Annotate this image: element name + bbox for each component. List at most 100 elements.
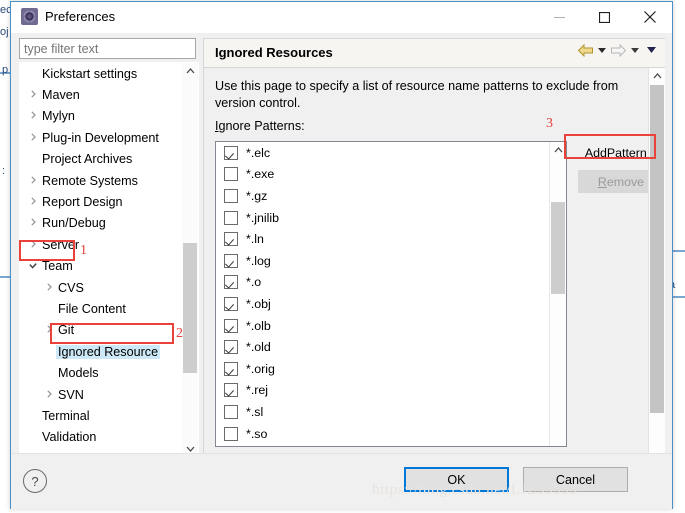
pattern-checkbox[interactable] [224, 318, 238, 333]
chevron-right-icon[interactable] [26, 240, 40, 250]
tree-item-mylyn[interactable]: Mylyn [20, 106, 172, 127]
ok-button[interactable]: OK [404, 467, 509, 492]
pattern-row[interactable]: *.ln [216, 228, 550, 250]
pattern-row[interactable]: *.obj [216, 293, 550, 315]
tree-scroll-thumb[interactable] [183, 243, 197, 373]
tree-item-cvs[interactable]: CVS [20, 277, 172, 298]
pattern-checkbox[interactable] [224, 361, 238, 376]
ignore-patterns-list[interactable]: *.elc *.exe *.gz *.jnilib *.ln *.log *.o *.obj *… [215, 141, 567, 447]
chevron-right-icon[interactable] [42, 389, 56, 400]
chevron-up-icon[interactable] [182, 63, 198, 79]
close-icon[interactable] [627, 2, 672, 32]
pattern-rows[interactable]: *.elc *.exe *.gz *.jnilib *.ln *.log *.o *.obj *… [216, 142, 550, 446]
pattern-checkbox[interactable] [224, 210, 238, 225]
help-question-icon[interactable]: ? [23, 469, 47, 493]
pattern-row[interactable]: *.o [216, 272, 550, 294]
pattern-checkbox[interactable] [224, 253, 238, 268]
pattern-row[interactable]: *.so [216, 423, 550, 445]
tree-item-plug-in-development[interactable]: Plug-in Development [20, 127, 172, 148]
dialog-footer: ? OK Cancel [11, 453, 672, 509]
pattern-label: *.old [246, 340, 271, 355]
tree-item-run-debug[interactable]: Run/Debug [20, 213, 172, 234]
content-pane: Ignored Resources Use this page to speci… [203, 38, 665, 478]
pattern-checkbox[interactable] [224, 167, 238, 182]
pattern-checkbox[interactable] [224, 426, 238, 441]
chevron-down-icon[interactable] [644, 46, 659, 55]
tree-item-models[interactable]: Models [20, 362, 172, 383]
pattern-row[interactable]: *.sl [216, 401, 550, 423]
pattern-checkbox[interactable] [224, 145, 238, 160]
page-title: Ignored Resources [215, 45, 333, 60]
pattern-checkbox[interactable] [224, 275, 238, 290]
pattern-row[interactable]: *.rej [216, 380, 550, 402]
maximize-icon[interactable] [582, 2, 627, 32]
pattern-row[interactable]: *.exe [216, 164, 550, 186]
preferences-tree-panel: Kickstart settings Maven Mylyn Plug-in Deve… [19, 62, 199, 479]
pattern-checkbox[interactable] [224, 340, 238, 355]
content-scroll-thumb[interactable] [650, 85, 664, 413]
chevron-down-icon[interactable] [628, 46, 642, 55]
tree-vertical-scrollbar[interactable] [182, 63, 198, 457]
chevron-down-icon[interactable] [595, 46, 609, 55]
preferences-gear-icon [21, 8, 38, 25]
tree-item-svn[interactable]: SVN [20, 384, 172, 405]
content-vertical-scrollbar[interactable] [648, 68, 665, 478]
ignore-patterns-label: Ignore Patterns: [215, 119, 305, 133]
tree-item-team[interactable]: Team [20, 256, 172, 277]
pattern-label: *.elc [246, 145, 271, 160]
minimize-icon[interactable] [537, 2, 582, 32]
pattern-row[interactable]: *.jnilib [216, 207, 550, 229]
tree-item-project-archives[interactable]: Project Archives [20, 149, 172, 170]
filter-input[interactable] [19, 38, 196, 59]
pattern-label: *.rej [246, 383, 269, 398]
pattern-row[interactable]: *.orig [216, 358, 550, 380]
tree-item-label: SVN [58, 387, 84, 402]
pattern-checkbox[interactable] [224, 383, 238, 398]
tree-item-terminal[interactable]: Terminal [20, 405, 172, 426]
tree-item-remote-systems[interactable]: Remote Systems [20, 170, 172, 191]
pattern-row[interactable]: *.log [216, 250, 550, 272]
pattern-row[interactable]: *.old [216, 336, 550, 358]
pattern-checkbox[interactable] [224, 188, 238, 203]
tree-item-kickstart-settings[interactable]: Kickstart settings [20, 63, 172, 84]
pattern-checkbox[interactable] [224, 296, 238, 311]
chevron-up-icon[interactable] [649, 68, 665, 84]
label-rest: gnore Patterns: [218, 119, 305, 133]
chevron-right-icon[interactable] [26, 133, 40, 143]
tree-item-validation[interactable]: Validation [20, 427, 172, 448]
tree-item-server[interactable]: Server [20, 234, 172, 255]
pattern-checkbox[interactable] [224, 404, 238, 419]
list-vertical-scrollbar[interactable] [549, 142, 566, 446]
chevron-right-icon[interactable] [26, 90, 40, 100]
tree-item-label: Maven [42, 88, 80, 103]
pattern-label: *.log [246, 253, 271, 268]
tree-item-label: Plug-in Development [42, 130, 159, 145]
pattern-row[interactable]: *.olb [216, 315, 550, 337]
forward-arrow-icon[interactable] [611, 44, 626, 57]
pattern-label: *.ln [246, 232, 264, 247]
tree-item-report-design[interactable]: Report Design [20, 191, 172, 212]
tree-item-label: Project Archives [42, 152, 133, 167]
tree-item-file-content[interactable]: File Content [20, 298, 172, 319]
backdrop-text: oj [0, 26, 9, 38]
chevron-right-icon[interactable] [26, 175, 40, 186]
back-arrow-icon[interactable] [578, 44, 593, 57]
content-header: Ignored Resources [204, 39, 665, 68]
pattern-checkbox[interactable] [224, 232, 238, 247]
chevron-right-icon[interactable] [26, 197, 40, 207]
pattern-row[interactable]: *.elc [216, 142, 550, 164]
chevron-up-icon[interactable] [550, 142, 566, 158]
chevron-right-icon[interactable] [42, 282, 56, 293]
pattern-row[interactable]: *.gz [216, 185, 550, 207]
cancel-button[interactable]: Cancel [523, 467, 628, 492]
chevron-right-icon[interactable] [42, 325, 56, 335]
chevron-right-icon[interactable] [26, 218, 40, 228]
chevron-down-icon[interactable] [26, 261, 40, 271]
list-scroll-thumb[interactable] [551, 202, 565, 294]
content-inner: Use this page to specify a list of resou… [204, 68, 664, 478]
preferences-tree[interactable]: Kickstart settings Maven Mylyn Plug-in Deve… [20, 63, 172, 457]
chevron-right-icon[interactable] [26, 111, 40, 121]
tree-item-ignored-resource[interactable]: Ignored Resource [20, 341, 172, 362]
tree-item-git[interactable]: Git [20, 320, 172, 341]
tree-item-maven[interactable]: Maven [20, 84, 172, 105]
